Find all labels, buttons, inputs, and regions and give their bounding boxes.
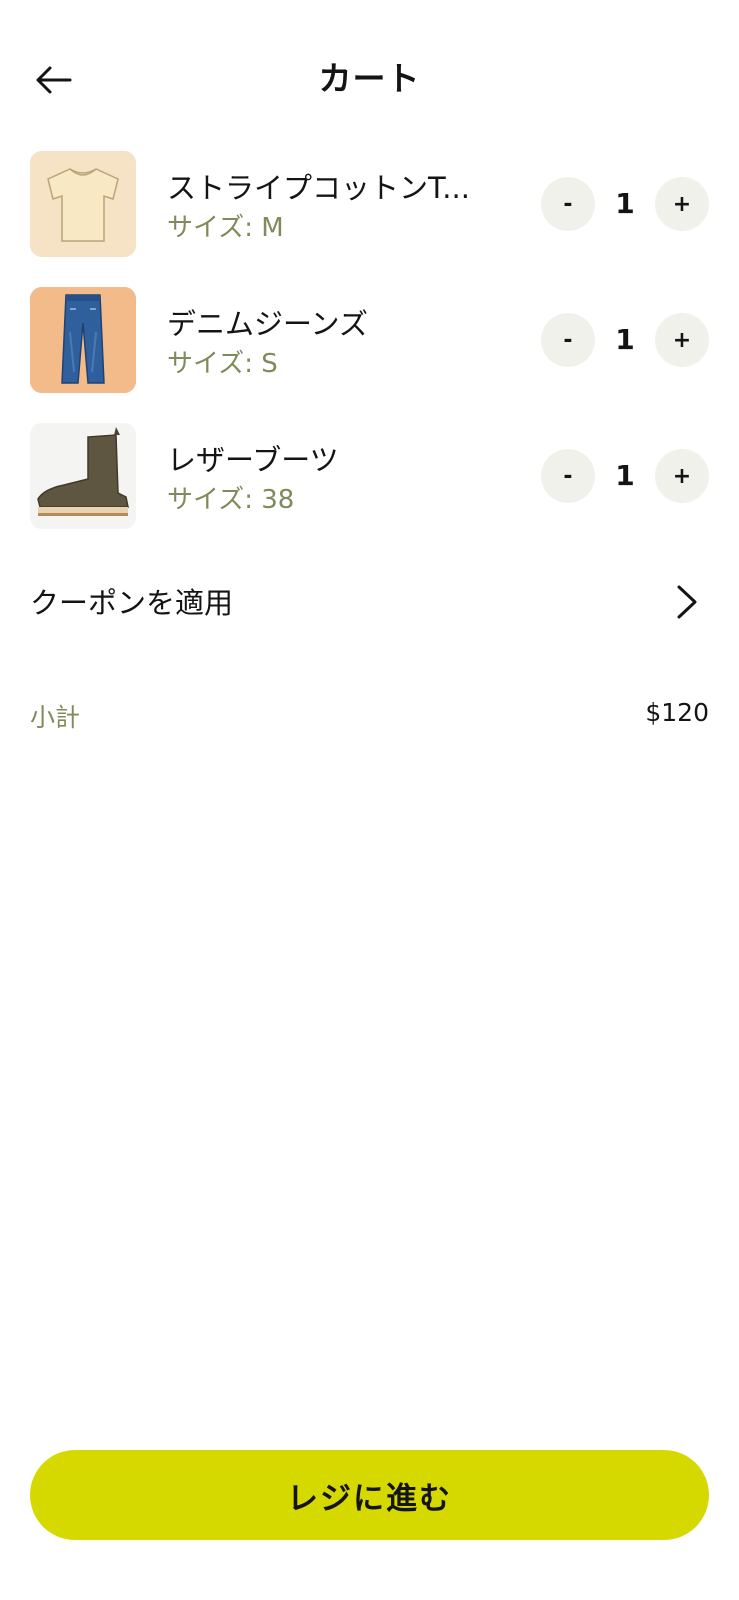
decrease-quantity-button[interactable]: - <box>541 449 595 503</box>
size-label: サイズ: <box>167 485 253 515</box>
quantity-stepper: - 1 + <box>541 313 709 367</box>
cart-list: ストライプコットンT... サイズ: M - 1 + デニムジーンズ サイズ: … <box>30 151 709 559</box>
item-size: サイズ: M <box>167 207 284 244</box>
header: カート <box>0 30 739 120</box>
decrease-quantity-button[interactable]: - <box>541 177 595 231</box>
quantity-value: 1 <box>615 323 635 356</box>
cart-item: レザーブーツ サイズ: 38 - 1 + <box>30 423 709 529</box>
size-value: M <box>261 213 284 243</box>
chevron-right-icon <box>677 585 697 619</box>
size-value: S <box>261 349 278 379</box>
apply-coupon-row[interactable]: クーポンを適用 <box>30 568 709 632</box>
quantity-value: 1 <box>615 187 635 220</box>
increase-quantity-button[interactable]: + <box>655 449 709 503</box>
subtotal-row: 小計 $120 <box>30 694 709 734</box>
product-image[interactable] <box>30 151 136 257</box>
checkout-button[interactable]: レジに進む <box>30 1450 709 1540</box>
page-title: カート <box>318 59 421 98</box>
quantity-stepper: - 1 + <box>541 177 709 231</box>
decrease-quantity-button[interactable]: - <box>541 313 595 367</box>
leather-boot-image <box>30 423 136 529</box>
item-size: サイズ: S <box>167 343 278 380</box>
coupon-label: クーポンを適用 <box>30 586 234 620</box>
t-shirt-image <box>30 151 136 257</box>
size-label: サイズ: <box>167 349 253 379</box>
item-name: デニムジーンズ <box>167 307 368 341</box>
size-value: 38 <box>261 485 295 515</box>
quantity-value: 1 <box>615 459 635 492</box>
item-name: ストライプコットンT... <box>167 171 470 205</box>
size-label: サイズ: <box>167 213 253 243</box>
increase-quantity-button[interactable]: + <box>655 313 709 367</box>
product-image[interactable] <box>30 287 136 393</box>
increase-quantity-button[interactable]: + <box>655 177 709 231</box>
quantity-stepper: - 1 + <box>541 449 709 503</box>
cart-item: デニムジーンズ サイズ: S - 1 + <box>30 287 709 393</box>
subtotal-label: 小計 <box>30 703 81 732</box>
subtotal-value: $120 <box>645 698 709 727</box>
item-name: レザーブーツ <box>167 443 339 477</box>
cart-item: ストライプコットンT... サイズ: M - 1 + <box>30 151 709 257</box>
item-size: サイズ: 38 <box>167 479 294 516</box>
product-image[interactable] <box>30 423 136 529</box>
jeans-image <box>30 287 136 393</box>
